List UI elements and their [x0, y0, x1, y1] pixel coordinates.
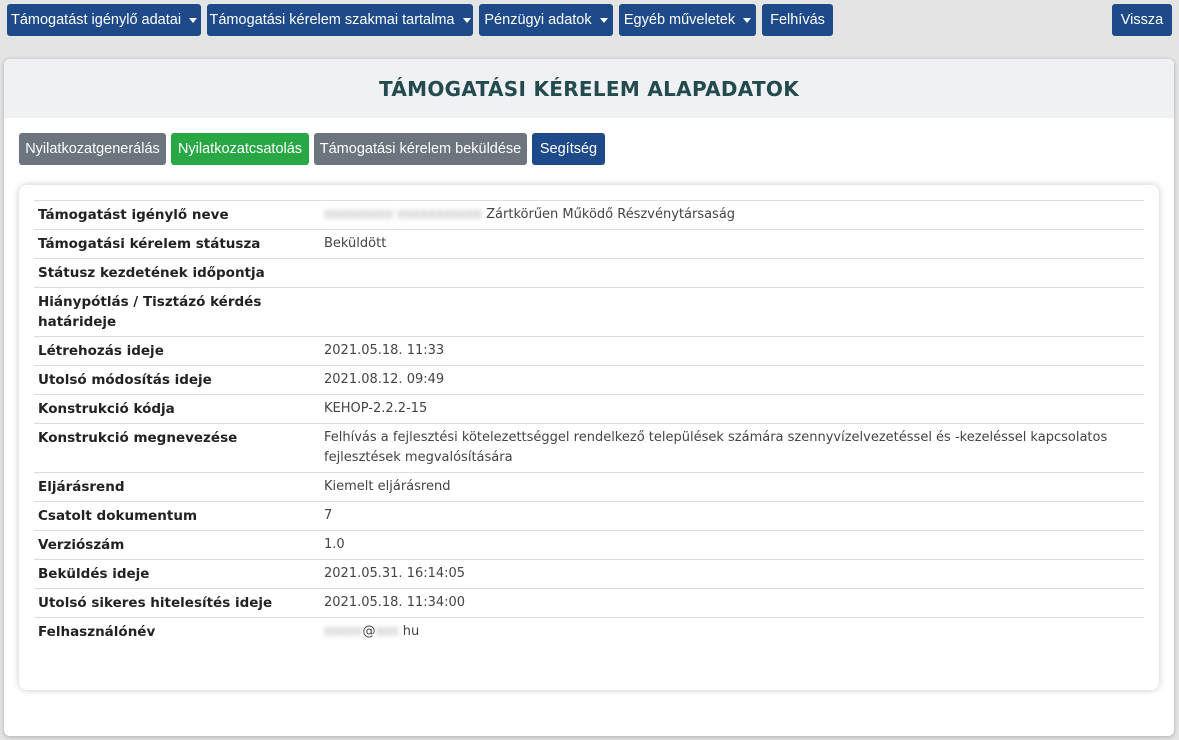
row-value: KEHOP-2.2.2-15 [314, 394, 1144, 424]
row-label: Verziószám [34, 530, 314, 560]
main-panel: TÁMOGATÁSI KÉRELEM ALAPADATOK Nyilatkoza… [4, 59, 1174, 736]
row-label: Hiánypótlás / Tisztázó kérdés határideje [34, 287, 314, 337]
table-row: Utolsó sikeres hitelesítés ideje 2021.05… [34, 588, 1144, 618]
financial-data-dropdown[interactable]: Pénzügyi adatok [479, 4, 613, 36]
row-label: Támogatási kérelem státusza [34, 229, 314, 259]
page-title: TÁMOGATÁSI KÉRELEM ALAPADATOK [378, 76, 800, 101]
details-table: Támogatást igénylő neve xxxxxxxxx xxxxxx… [34, 200, 1144, 646]
row-label: Utolsó sikeres hitelesítés ideje [34, 588, 314, 618]
other-operations-label: Egyéb műveletek [623, 12, 736, 28]
row-value: 7 [314, 501, 1144, 531]
row-label: Konstrukció megnevezése [34, 423, 314, 473]
row-value: 2021.08.12. 09:49 [314, 365, 1144, 395]
row-value: 2021.05.18. 11:33 [314, 336, 1144, 366]
top-navigation: Támogatást igénylő adatai Támogatási kér… [7, 4, 1172, 36]
row-value [314, 287, 1144, 337]
table-row: Verziószám 1.0 [34, 530, 1144, 560]
back-button[interactable]: Vissza [1112, 4, 1172, 36]
attach-declaration-button[interactable]: Nyilatkozatcsatolás [171, 133, 309, 165]
row-value: xxxxx@xxx hu [314, 617, 1144, 646]
table-row: Konstrukció kódja KEHOP-2.2.2-15 [34, 394, 1144, 424]
username-at: @ [362, 624, 376, 639]
submit-application-button[interactable]: Támogatási kérelem beküldése [314, 133, 527, 165]
table-row: Felhasználónév xxxxx@xxx hu [34, 617, 1144, 646]
redacted-domain: xxx [375, 624, 399, 639]
row-value [314, 258, 1144, 288]
call-label: Felhívás [770, 12, 825, 28]
redacted-name: xxxxxxxxx xxxxxxxxxxx [324, 207, 482, 222]
row-label: Támogatást igénylő neve [34, 200, 314, 230]
caret-down-icon [189, 17, 198, 23]
row-label: Felhasználónév [34, 617, 314, 646]
caret-down-icon [462, 17, 471, 23]
caret-down-icon [599, 17, 608, 23]
username-tld: hu [402, 624, 420, 639]
row-value: xxxxxxxxx xxxxxxxxxxx Zártkörűen Működő … [314, 200, 1144, 230]
applicant-data-label: Támogatást igénylő adatai [10, 12, 182, 28]
row-label: Utolsó módosítás ideje [34, 365, 314, 395]
financial-data-label: Pénzügyi adatok [484, 12, 592, 28]
row-label: Státusz kezdetének időpontja [34, 258, 314, 288]
professional-content-dropdown[interactable]: Támogatási kérelem szakmai tartalma [207, 4, 473, 36]
applicant-name-suffix: Zártkörűen Működő Részvénytársaság [486, 207, 736, 222]
row-label: Eljárásrend [34, 472, 314, 502]
call-button[interactable]: Felhívás [762, 4, 833, 36]
generate-declaration-button[interactable]: Nyilatkozatgenerálás [19, 133, 166, 165]
help-button[interactable]: Segítség [532, 133, 605, 165]
redacted-username: xxxxx [324, 624, 363, 639]
table-row: Hiánypótlás / Tisztázó kérdés határideje [34, 287, 1144, 337]
row-value: 2021.05.31. 16:14:05 [314, 559, 1144, 589]
row-value: Felhívás a fejlesztési kötelezettséggel … [314, 423, 1144, 473]
table-row: Csatolt dokumentum 7 [34, 501, 1144, 531]
row-label: Konstrukció kódja [34, 394, 314, 424]
back-label: Vissza [1120, 12, 1164, 28]
table-row: Eljárásrend Kiemelt eljárásrend [34, 472, 1144, 502]
table-row: Beküldés ideje 2021.05.31. 16:14:05 [34, 559, 1144, 589]
row-value: Kiemelt eljárásrend [314, 472, 1144, 502]
panel-header: TÁMOGATÁSI KÉRELEM ALAPADATOK [4, 59, 1174, 118]
professional-content-label: Támogatási kérelem szakmai tartalma [209, 12, 455, 28]
caret-down-icon [743, 17, 752, 23]
other-operations-dropdown[interactable]: Egyéb műveletek [619, 4, 756, 36]
table-row: Konstrukció megnevezése Felhívás a fejle… [34, 423, 1144, 473]
applicant-data-dropdown[interactable]: Támogatást igénylő adatai [7, 4, 201, 36]
row-value: Beküldött [314, 229, 1144, 259]
details-card: Támogatást igénylő neve xxxxxxxxx xxxxxx… [19, 185, 1159, 690]
row-value: 1.0 [314, 530, 1144, 560]
table-row: Támogatási kérelem státusza Beküldött [34, 229, 1144, 259]
row-label: Beküldés ideje [34, 559, 314, 589]
table-row: Létrehozás ideje 2021.05.18. 11:33 [34, 336, 1144, 366]
table-row: Státusz kezdetének időpontja [34, 258, 1144, 288]
row-label: Csatolt dokumentum [34, 501, 314, 531]
row-label: Létrehozás ideje [34, 336, 314, 366]
row-value: 2021.05.18. 11:34:00 [314, 588, 1144, 618]
table-row: Támogatást igénylő neve xxxxxxxxx xxxxxx… [34, 200, 1144, 230]
table-row: Utolsó módosítás ideje 2021.08.12. 09:49 [34, 365, 1144, 395]
